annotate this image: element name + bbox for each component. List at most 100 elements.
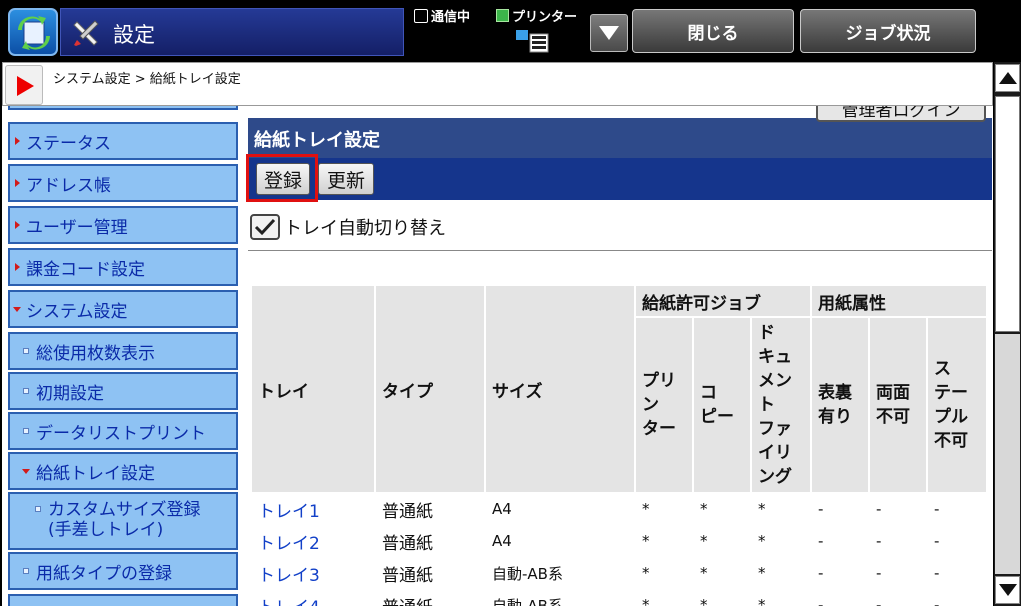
divider bbox=[248, 250, 992, 251]
table-row: トレイ4 普通紙 自動-AB系 * * * - - - bbox=[250, 588, 988, 606]
sidebar-item-partial[interactable] bbox=[8, 106, 238, 110]
bullet-icon bbox=[23, 568, 29, 574]
sidebar-item-user-management[interactable]: ユーザー管理 bbox=[8, 206, 238, 244]
printer-icon bbox=[516, 30, 549, 53]
size-cell: 自動-AB系 bbox=[484, 588, 636, 606]
sidebar-item-partial-bottom[interactable] bbox=[8, 594, 238, 606]
duplex-ng-cell: - bbox=[868, 556, 928, 590]
staple-ng-cell: - bbox=[926, 524, 988, 558]
arrow-down-icon bbox=[999, 584, 1017, 596]
sidebar-item-billing-code[interactable]: 課金コード設定 bbox=[8, 248, 238, 286]
printer-badge-icon bbox=[496, 9, 509, 22]
printer-status-label: プリンター bbox=[512, 10, 578, 25]
col-header-duplex-ok: 表裏 有り bbox=[810, 316, 870, 494]
page-title: 設定 bbox=[113, 23, 155, 47]
scroll-thumb[interactable] bbox=[995, 96, 1020, 332]
update-button[interactable]: 更新 bbox=[318, 163, 374, 195]
chevron-down-icon bbox=[599, 26, 619, 40]
job-status-button[interactable]: ジョブ状況 bbox=[800, 9, 976, 53]
duplex-ok-cell: - bbox=[810, 524, 870, 558]
sidebar-item-initial-settings[interactable]: 初期設定 bbox=[8, 372, 238, 410]
tray-link[interactable]: トレイ4 bbox=[250, 588, 376, 606]
auto-switch-option[interactable]: トレイ自動切り替え bbox=[250, 214, 446, 240]
comm-status: 通信中 bbox=[414, 6, 470, 25]
sidebar-item-status[interactable]: ステータス bbox=[8, 122, 238, 160]
settings-tools-icon bbox=[73, 20, 99, 46]
sidebar-item-data-list-print[interactable]: データリストプリント bbox=[8, 412, 238, 450]
col-header-size: サイズ bbox=[484, 284, 636, 494]
staple-ng-cell: - bbox=[926, 588, 988, 606]
sidebar-item-paper-tray[interactable]: 給紙トレイ設定 bbox=[8, 452, 238, 490]
duplex-ng-cell: - bbox=[868, 492, 928, 526]
expand-arrow-icon bbox=[14, 137, 20, 145]
content-area: ステータス アドレス帳 ユーザー管理 課金コード設定 システム設定 総使用枚数表… bbox=[2, 106, 993, 606]
doc-filing-cell: * bbox=[750, 524, 812, 558]
type-cell: 普通紙 bbox=[374, 588, 486, 606]
size-cell: 自動-AB系 bbox=[484, 556, 636, 590]
col-header-copy: コ ピー bbox=[692, 316, 752, 494]
scroll-track[interactable] bbox=[995, 334, 1020, 574]
type-cell: 普通紙 bbox=[374, 524, 486, 558]
type-cell: 普通紙 bbox=[374, 556, 486, 590]
sidebar-item-custom-size[interactable]: カスタムサイズ登録 (手差しトレイ) bbox=[8, 492, 238, 550]
sidebar-item-system-settings[interactable]: システム設定 bbox=[8, 290, 238, 328]
close-button[interactable]: 閉じる bbox=[632, 9, 794, 53]
col-header-type: タイプ bbox=[374, 284, 486, 494]
table-row: トレイ2 普通紙 A4 * * * - - - bbox=[250, 524, 988, 558]
sidebar-item-label: アドレス帳 bbox=[26, 175, 111, 196]
col-header-document-filing: ド キュ メン ト ファ イリ ング bbox=[750, 316, 812, 494]
size-cell: A4 bbox=[484, 524, 636, 558]
table-row: トレイ1 普通紙 A4 * * * - - - bbox=[250, 492, 988, 526]
sidebar-item-label: 初期設定 bbox=[36, 383, 104, 404]
scroll-down-button[interactable] bbox=[995, 576, 1020, 604]
auto-switch-checkbox[interactable] bbox=[250, 214, 280, 240]
vertical-scrollbar[interactable] bbox=[994, 62, 1021, 606]
scroll-up-button[interactable] bbox=[995, 64, 1020, 92]
main-panel: 給紙トレイ設定 管理者ログイン 登録 更新 トレイ自動切り替え トレイ タイプ … bbox=[246, 106, 992, 606]
tray-link[interactable]: トレイ2 bbox=[250, 524, 376, 558]
sidebar-item-label: カスタムサイズ登録 (手差しトレイ) bbox=[48, 500, 201, 540]
duplex-ng-cell: - bbox=[868, 524, 928, 558]
sidebar-item-label: ユーザー管理 bbox=[26, 217, 128, 238]
bullet-icon bbox=[35, 506, 41, 512]
arrow-up-icon bbox=[999, 72, 1017, 84]
home-button[interactable] bbox=[8, 8, 58, 56]
admin-login-button[interactable]: 管理者ログイン bbox=[816, 106, 986, 122]
breadcrumb-toggle-button[interactable] bbox=[5, 65, 43, 105]
col-header-printer: プリ ン ター bbox=[634, 316, 694, 494]
bullet-icon bbox=[23, 388, 29, 394]
tray-link[interactable]: トレイ3 bbox=[250, 556, 376, 590]
duplex-ok-cell: - bbox=[810, 492, 870, 526]
expand-arrow-icon bbox=[14, 179, 20, 187]
status-area: 通信中 プリンター bbox=[412, 4, 588, 58]
col-header-duplex-ng: 両面 不可 bbox=[868, 316, 928, 494]
printer-status: プリンター bbox=[496, 6, 577, 25]
col-group-paper-attributes: 用紙属性 bbox=[810, 284, 988, 318]
sidebar-item-label: システム設定 bbox=[26, 301, 128, 322]
sidebar-item-paper-type[interactable]: 用紙タイプの登録 bbox=[8, 552, 238, 590]
copy-cell: * bbox=[692, 524, 752, 558]
main-title-bar: 給紙トレイ設定 bbox=[248, 118, 992, 158]
copy-cell: * bbox=[692, 492, 752, 526]
collapse-arrow-icon bbox=[13, 306, 21, 312]
expand-arrow-icon bbox=[14, 263, 20, 271]
status-dropdown-button[interactable] bbox=[590, 14, 628, 52]
doc-filing-cell: * bbox=[750, 492, 812, 526]
copy-cell: * bbox=[692, 556, 752, 590]
breadcrumb: システム設定 > 給紙トレイ設定 bbox=[53, 72, 241, 87]
sidebar-item-address-book[interactable]: アドレス帳 bbox=[8, 164, 238, 202]
comm-checkbox-icon bbox=[414, 8, 428, 23]
sidebar-item-label: 用紙タイプの登録 bbox=[36, 563, 172, 584]
type-cell: 普通紙 bbox=[374, 492, 486, 526]
breadcrumb-bar: システム設定 > 給紙トレイ設定 bbox=[2, 62, 993, 106]
checkmark-icon bbox=[254, 218, 276, 236]
action-bar: 登録 更新 bbox=[248, 158, 992, 200]
tray-link[interactable]: トレイ1 bbox=[250, 492, 376, 526]
play-arrow-icon bbox=[17, 76, 34, 96]
sidebar: ステータス アドレス帳 ユーザー管理 課金コード設定 システム設定 総使用枚数表… bbox=[2, 106, 242, 606]
register-button-highlight bbox=[246, 154, 318, 202]
sidebar-item-total-count[interactable]: 総使用枚数表示 bbox=[8, 332, 238, 370]
col-header-tray: トレイ bbox=[250, 284, 376, 494]
printer-cell: * bbox=[634, 556, 694, 590]
sidebar-item-label: 課金コード設定 bbox=[26, 259, 145, 280]
